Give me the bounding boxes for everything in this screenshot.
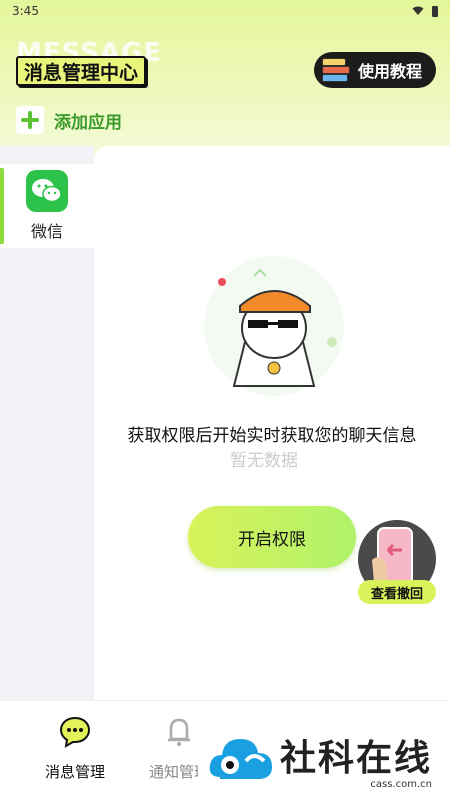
status-time: 3:45 [12,4,39,18]
sidebar: 微信 [0,146,94,700]
sidebar-item-wechat[interactable]: 微信 [0,164,94,248]
main-content: 暂无数据 获取权限后开始实时获取您的聊天信息 开启权限 [94,146,450,700]
status-icons [412,5,438,17]
battery-icon [432,5,438,17]
tab-message-management[interactable]: 消息管理 [30,715,120,782]
page-title: 消息管理中心 [16,56,147,86]
tab-label: 消息管理 [44,763,105,781]
brand-watermark: 社科在线 cass.com.cn [198,718,450,800]
wifi-icon [412,6,424,15]
status-bar: 3:45 [0,0,450,22]
tutorial-button[interactable]: 使用教程 [314,52,436,88]
dog-mascot-illustration [204,256,344,396]
chat-bubble-icon [59,716,91,748]
enable-permission-button[interactable]: 开启权限 [188,506,356,568]
view-recalled-label: 查看撤回 [358,580,436,604]
books-icon [322,56,352,84]
brand-name: 社科在线 [280,737,433,779]
plus-icon [16,106,44,134]
bell-icon [168,718,190,746]
sidebar-item-label: 微信 [30,222,63,241]
empty-state-text: 暂无数据 [230,451,298,471]
brand-url: cass.com.cn [370,778,433,790]
add-app-button[interactable]: 添加应用 [16,106,122,134]
tutorial-label: 使用教程 [358,62,423,81]
wechat-icon [26,170,68,212]
cloud-logo-icon [209,739,272,779]
add-app-label: 添加应用 [54,112,122,133]
permission-message: 获取权限后开始实时获取您的聊天信息 [127,426,417,446]
active-indicator [0,168,4,244]
view-recalled-widget[interactable]: 查看撤回 [356,520,438,606]
